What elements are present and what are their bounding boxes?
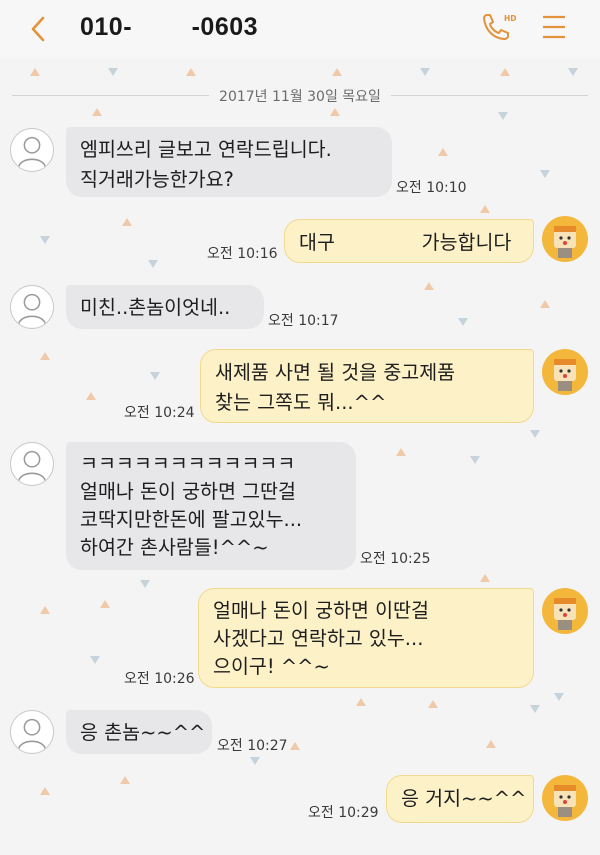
background-triangle-icon (420, 68, 430, 76)
message-time: 오전 10:25 (360, 551, 431, 567)
background-triangle-icon (500, 68, 510, 76)
message-bubble-incoming[interactable]: 미친..촌놈이엇네.. (66, 285, 264, 329)
my-avatar-icon[interactable] (542, 216, 588, 262)
menu-icon[interactable] (540, 12, 568, 42)
background-triangle-icon (568, 68, 578, 76)
message-time: 오전 10:27 (217, 738, 288, 754)
background-triangle-icon (540, 300, 550, 308)
hd-badge: HD (504, 14, 516, 23)
background-triangle-icon (428, 700, 438, 708)
message-bubble-incoming[interactable]: ㅋㅋㅋㅋㅋㅋㅋㅋㅋㅋㅋㅋ 얼매나 돈이 궁하면 그딴걸 코딱지만한돈에 팔고있누… (66, 442, 356, 570)
message-time: 오전 10:24 (124, 405, 195, 421)
background-triangle-icon (554, 693, 564, 701)
message-bubble-outgoing[interactable]: 얼매나 돈이 궁하면 이딴걸 사겠다고 연락하고 있누... 으이구! ^^~ (198, 588, 534, 688)
date-label: 2017년 11월 30일 목요일 (209, 89, 391, 105)
message-time: 오전 10:10 (396, 180, 467, 196)
background-triangle-icon (396, 448, 406, 456)
background-triangle-icon (120, 776, 130, 784)
contact-avatar-icon[interactable] (10, 285, 54, 329)
background-triangle-icon (480, 205, 490, 213)
background-triangle-icon (458, 318, 468, 326)
message-time: 오전 10:16 (207, 246, 278, 262)
background-triangle-icon (540, 170, 550, 178)
background-triangle-icon (100, 600, 110, 608)
background-triangle-icon (40, 606, 50, 614)
background-triangle-icon (186, 68, 196, 76)
contact-avatar-icon[interactable] (10, 442, 54, 486)
message-time: 오전 10:17 (268, 313, 339, 329)
background-triangle-icon (92, 108, 102, 116)
background-triangle-icon (290, 742, 300, 750)
background-triangle-icon (480, 574, 490, 582)
my-avatar-icon[interactable] (542, 349, 588, 395)
background-triangle-icon (498, 112, 508, 120)
background-triangle-icon (30, 68, 40, 76)
background-triangle-icon (40, 236, 50, 244)
background-triangle-icon (330, 108, 340, 116)
background-triangle-icon (148, 260, 158, 268)
background-triangle-icon (438, 148, 448, 156)
background-triangle-icon (470, 456, 480, 464)
message-bubble-incoming[interactable]: 엠피쓰리 글보고 연락드립니다. 직거래가능한가요? (66, 127, 392, 197)
background-triangle-icon (86, 392, 96, 400)
message-bubble-outgoing[interactable]: 응 거지~~^^ (386, 775, 534, 823)
background-triangle-icon (40, 352, 50, 360)
background-triangle-icon (486, 740, 496, 748)
date-divider: 2017년 11월 30일 목요일 (12, 83, 588, 107)
background-triangle-icon (424, 282, 434, 290)
background-triangle-icon (530, 430, 540, 438)
background-triangle-icon (140, 580, 150, 588)
my-avatar-icon[interactable] (542, 775, 588, 821)
background-triangle-icon (122, 218, 132, 226)
background-triangle-icon (356, 698, 366, 706)
my-avatar-icon[interactable] (542, 588, 588, 634)
background-triangle-icon (530, 705, 540, 713)
back-arrow-icon[interactable] (24, 14, 54, 44)
contact-avatar-icon[interactable] (10, 710, 54, 754)
phone-hd-icon[interactable]: HD (478, 10, 517, 44)
contact-phone-number: 010- -0603 (80, 13, 259, 41)
message-bubble-outgoing[interactable]: 새제품 사면 될 것을 중고제품 찾는 그쪽도 뭐...^^ (200, 349, 534, 423)
background-triangle-icon (40, 787, 50, 795)
chat-header: 010- -0603 HD (0, 0, 600, 58)
contact-avatar-icon[interactable] (10, 128, 54, 172)
message-bubble-outgoing[interactable]: 대구 가능합니다 (284, 219, 534, 263)
message-bubble-incoming[interactable]: 응 촌놈~~^^ (66, 710, 212, 754)
message-time: 오전 10:29 (308, 805, 379, 821)
background-triangle-icon (250, 757, 260, 765)
background-triangle-icon (150, 372, 160, 380)
background-triangle-icon (90, 656, 100, 664)
background-triangle-icon (108, 68, 118, 76)
message-time: 오전 10:26 (124, 671, 195, 687)
background-triangle-icon (332, 68, 342, 76)
